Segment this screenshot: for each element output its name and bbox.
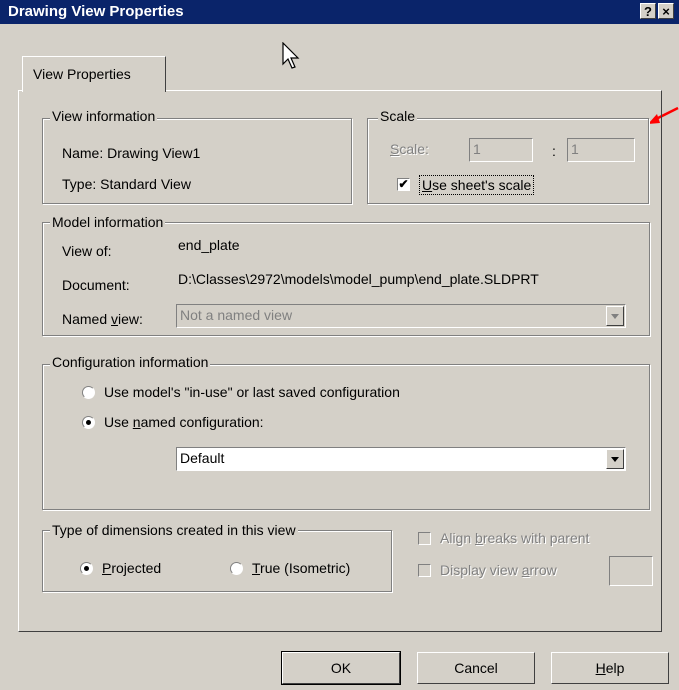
model-information-legend: Model information [50,214,166,230]
align-breaks-label[interactable]: Align breaks with parent [440,529,589,547]
configuration-dropdown-button[interactable] [606,449,624,469]
use-sheet-scale-label[interactable]: Use sheet's scale [419,175,535,195]
projected-label[interactable]: Projected [102,559,161,577]
view-type-text: Type: Standard View [62,176,191,192]
document-label: Document: [62,277,130,293]
cancel-button[interactable]: Cancel [417,652,535,684]
tab-view-properties-label: View Properties [33,66,131,82]
help-title-button[interactable]: ? [640,3,656,19]
use-sheet-scale-checkbox[interactable]: ✔ [397,178,410,191]
close-title-button[interactable]: × [658,3,674,19]
named-view-dropdown-button[interactable] [606,306,624,326]
named-view-label: Named view: [62,311,143,327]
view-name-text: Name: Drawing View1 [62,145,201,161]
named-configuration-radio[interactable] [82,416,95,429]
view-of-value: end_plate [178,237,240,253]
true-isometric-label[interactable]: True (Isometric) [252,559,350,577]
view-information-legend: View information [50,108,158,124]
display-view-arrow-label[interactable]: Display view arrow [440,561,557,579]
title-bar[interactable]: Drawing View Properties ? × [0,0,679,24]
scale-separator: : [552,143,556,159]
scale-legend: Scale [378,108,418,124]
align-breaks-checkbox[interactable] [418,532,431,545]
projected-radio[interactable] [80,562,93,575]
view-of-label: View of: [62,243,112,259]
document-path: D:\Classes\2972\models\model_pump\end_pl… [178,271,539,287]
window-title: Drawing View Properties [8,3,184,20]
configuration-information-legend: Configuration information [50,354,211,370]
tab-view-properties[interactable]: View Properties [22,56,166,92]
dimensions-type-legend: Type of dimensions created in this view [50,522,298,538]
view-arrow-label-field[interactable] [609,556,653,586]
scale-numerator-field[interactable]: 1 [469,138,533,162]
configuration-select[interactable]: Default [176,447,626,471]
true-isometric-radio[interactable] [230,562,243,575]
named-configuration-label[interactable]: Use named configuration: [104,413,264,431]
scale-denominator-field[interactable]: 1 [567,138,635,162]
named-view-select[interactable]: Not a named view [176,304,626,328]
in-use-configuration-radio[interactable] [82,386,95,399]
in-use-configuration-label[interactable]: Use model's "in-use" or last saved confi… [104,383,400,401]
ok-button[interactable]: OK [281,651,401,685]
scale-label: Scale: [390,141,429,157]
help-button[interactable]: Help [551,652,669,684]
mouse-cursor-icon [282,42,300,69]
display-view-arrow-checkbox[interactable] [418,564,431,577]
